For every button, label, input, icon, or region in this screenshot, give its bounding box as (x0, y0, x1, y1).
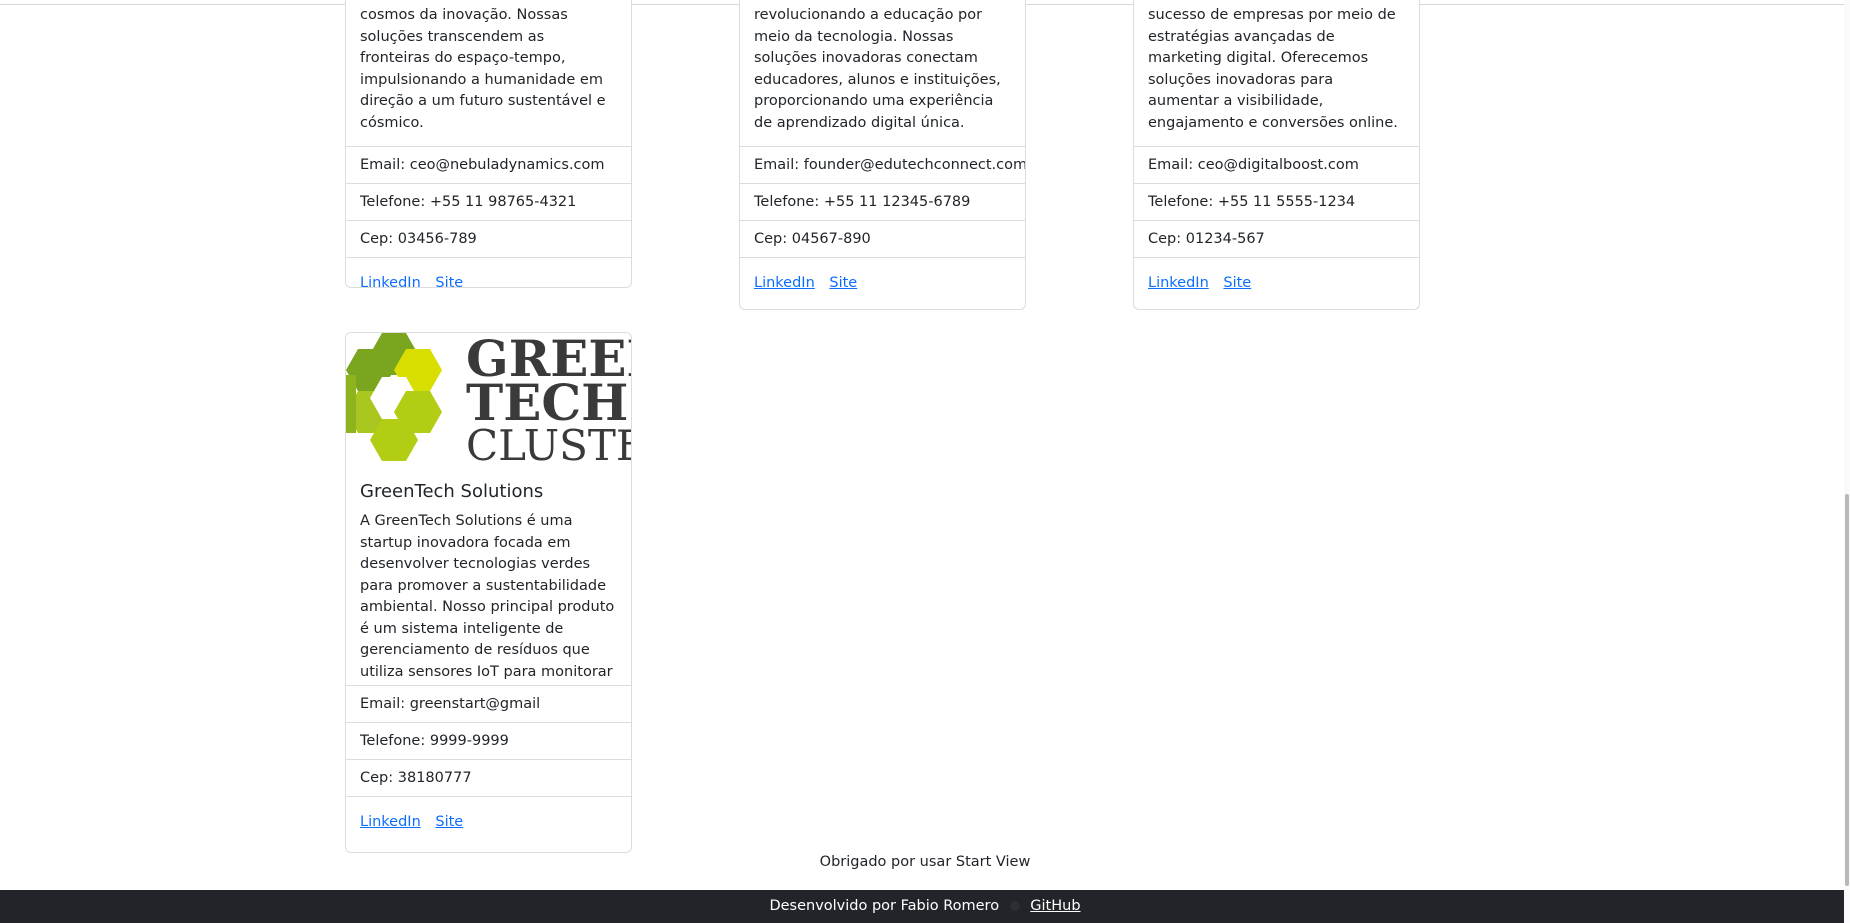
card-links: LinkedIn Site (740, 258, 1025, 308)
contact-cep: Cep: 38180777 (346, 760, 631, 797)
contact-cep: Cep: 01234-567 (1134, 221, 1419, 258)
contact-list: Email: founder@edutechconnect.com Telefo… (740, 146, 1025, 258)
github-link[interactable]: GitHub (1030, 898, 1080, 914)
contact-phone: Telefone: 9999-9999 (346, 723, 631, 760)
linkedin-link[interactable]: LinkedIn (360, 275, 421, 287)
logo-wordmark-cluster: CLUSTER (466, 421, 631, 467)
page-footer: Desenvolvido por Fabio Romero GitHub (0, 890, 1850, 923)
footer-credit: Desenvolvido por Fabio Romero (769, 898, 1000, 914)
card-links: LinkedIn Site (346, 797, 631, 847)
contact-cep: Cep: 04567-890 (740, 221, 1025, 258)
linkedin-link[interactable]: LinkedIn (1148, 275, 1209, 291)
card-body: revolucionando a educação por meio da te… (740, 0, 1025, 146)
card-description: revolucionando a educação por meio da te… (754, 7, 1001, 131)
thanks-message: Obrigado por usar Start View (819, 854, 1031, 870)
card-description: cosmos da inovação. Nossas soluções tran… (360, 7, 606, 131)
contact-list: Email: greenstart@gmail Telefone: 9999-9… (346, 685, 631, 797)
contact-phone: Telefone: +55 11 98765-4321 (346, 184, 631, 221)
contact-cep: Cep: 03456-789 (346, 221, 631, 258)
scrollbar-thumb[interactable] (1845, 494, 1849, 886)
contact-email: Email: founder@edutechconnect.com (740, 147, 1025, 184)
hexagon-logo-icon (346, 333, 442, 461)
contact-list: Email: ceo@digitalboost.com Telefone: +5… (1134, 146, 1419, 258)
contact-phone: Telefone: +55 11 5555-1234 (1134, 184, 1419, 221)
contact-email: Email: greenstart@gmail (346, 686, 631, 723)
startup-card: cosmos da inovação. Nossas soluções tran… (345, 0, 632, 288)
company-logo: GREEN TECH CLUSTER (346, 333, 631, 467)
card-links: LinkedIn Site (1134, 258, 1419, 308)
card-title: GreenTech Solutions (360, 481, 544, 502)
site-link[interactable]: Site (435, 814, 463, 830)
site-link[interactable]: Site (829, 275, 857, 291)
contact-email: Email: ceo@nebuladynamics.com (346, 147, 631, 184)
site-link[interactable]: Site (1223, 275, 1251, 291)
startup-card: revolucionando a educação por meio da te… (739, 0, 1026, 310)
linkedin-link[interactable]: LinkedIn (360, 814, 421, 830)
contact-email: Email: ceo@digitalboost.com (1134, 147, 1419, 184)
card-body: sucesso de empresas por meio de estratég… (1134, 0, 1419, 146)
card-body: cosmos da inovação. Nossas soluções tran… (346, 0, 631, 146)
contact-phone: Telefone: +55 11 12345-6789 (740, 184, 1025, 221)
github-icon (1009, 901, 1020, 911)
vertical-scrollbar[interactable] (1844, 0, 1850, 923)
card-links: LinkedIn Site (346, 258, 631, 287)
card-description: A GreenTech Solutions é uma startup inov… (360, 513, 615, 680)
startup-card: sucesso de empresas por meio de estratég… (1133, 0, 1420, 310)
startup-card: GREEN TECH CLUSTER GreenTech Solutions A… (345, 332, 632, 853)
contact-list: Email: ceo@nebuladynamics.com Telefone: … (346, 146, 631, 258)
card-body: GreenTech Solutions A GreenTech Solution… (346, 467, 631, 685)
site-link[interactable]: Site (435, 275, 463, 287)
linkedin-link[interactable]: LinkedIn (754, 275, 815, 291)
card-description-container: A GreenTech Solutions é uma startup inov… (360, 511, 617, 685)
card-description: sucesso de empresas por meio de estratég… (1148, 7, 1398, 131)
